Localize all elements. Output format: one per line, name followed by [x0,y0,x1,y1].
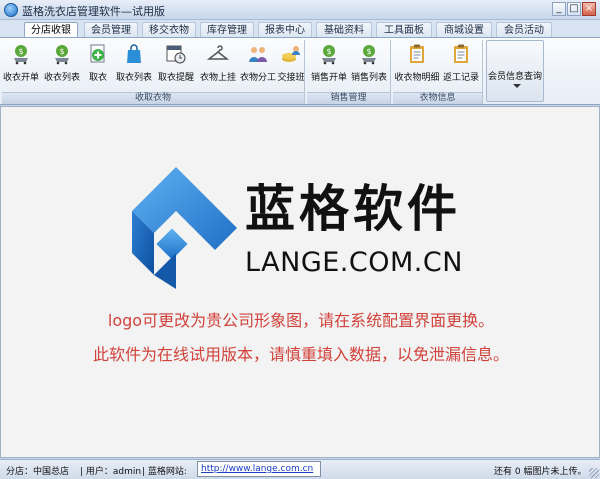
website-link[interactable]: http://www.lange.com.cn [197,461,321,477]
pickup-label: 取衣 [88,73,107,83]
clothes-detail-label: 收衣物明细 [394,73,440,83]
tab-inventory[interactable]: 库存管理 [200,22,254,38]
clipboard-icon [454,44,468,63]
main-tab-bar: 分店收银 会员管理 移交衣物 库存管理 报表中心 基础资料 工具面板 商城设置 … [0,20,600,39]
dropdown-arrow-icon [513,84,521,88]
ribbon-toolbar: $ 收衣开单 $ 收衣列表 取衣 取衣列表 取衣提醒 衣物上挂 衣物分工 交接班… [0,37,600,105]
tab-reports[interactable]: 报表中心 [258,22,312,38]
group-sales-management: $ 销售开单 $ 销售列表 销售管理 [307,40,391,104]
coins-user-icon [282,46,300,62]
shopping-bag-icon [127,44,141,63]
tab-tools[interactable]: 工具面板 [376,22,432,38]
status-upload-count: 还有 0 幅图片未上传。 [494,467,587,477]
main-content-area: 蓝格软件 LANGE.COM.CN logo可更改为贵公司形象图，请在系统配置界… [0,106,600,458]
maximize-button[interactable]: □ [567,2,581,16]
tab-member-activities[interactable]: 会员活动 [496,22,552,38]
pickup-list-label: 取衣列表 [115,73,152,83]
sales-list-button[interactable]: $ 销售列表 [349,40,389,90]
clipboard-icon [410,44,424,63]
clothes-detail-button[interactable]: 收衣物明细 [393,40,441,90]
hang-clothes-label: 衣物上挂 [199,73,236,83]
svg-text:$: $ [366,47,371,56]
brand-domain: LANGE.COM.CN [245,247,463,278]
pickup-reminder-label: 取衣提醒 [157,73,194,83]
group-label-sales: 销售管理 [307,92,390,104]
svg-text:$: $ [326,47,331,56]
status-branch: 分店：中国总店 [6,467,70,477]
close-button[interactable]: × [582,2,596,16]
tab-mall-settings[interactable]: 商城设置 [436,22,492,38]
app-icon [4,3,18,17]
sales-order-button[interactable]: $ 销售开单 [309,40,349,90]
rework-record-label: 返工记录 [442,73,479,83]
group-label-receive: 收取衣物 [2,92,304,104]
tab-member-management[interactable]: 会员管理 [84,22,138,38]
assign-clothes-label: 衣物分工 [239,73,276,83]
group-receive-clothes: $ 收衣开单 $ 收衣列表 取衣 取衣列表 取衣提醒 衣物上挂 衣物分工 交接班… [2,40,305,104]
money-bag-cart-icon: $ [55,45,69,65]
logo-notice: logo可更改为贵公司形象图，请在系统配置界面更换。 [107,311,495,330]
member-query-label: 会员信息查询 [487,72,542,82]
receive-list-button[interactable]: $ 收衣列表 [42,40,82,90]
sales-list-label: 销售列表 [350,73,387,83]
money-bag-cart-icon: $ [14,45,28,65]
receive-order-label: 收衣开单 [2,73,39,83]
assign-clothes-button[interactable]: 衣物分工 [238,40,278,90]
title-bar: 蓝格洗衣店管理软件—试用版 _ □ × [0,0,600,20]
status-bar: 分店：中国总店 | 用户：admin | 蓝格网站: http://www.la… [0,459,600,479]
status-site-label: | 蓝格网站: [142,467,187,477]
trial-warning: 此软件为在线试用版本，请慎重填入数据，以免泄漏信息。 [92,345,509,364]
shift-handover-label: 交接班 [277,73,305,83]
tab-basic-data[interactable]: 基础资料 [316,22,372,38]
member-query-dropdown[interactable]: 会员信息查询 [486,40,544,102]
money-bag-cart-icon: $ [322,45,336,65]
status-user: | 用户：admin [80,467,142,477]
group-label-clothes-info: 衣物信息 [393,92,482,104]
tab-transfer-clothes[interactable]: 移交衣物 [142,22,196,38]
sales-order-label: 销售开单 [310,73,347,83]
minimize-button[interactable]: _ [552,2,566,16]
people-icon [249,47,267,62]
brand-name-chinese: 蓝格软件 [245,180,461,238]
resize-grip-icon[interactable] [589,468,599,478]
hanger-icon [207,45,229,60]
pickup-list-button[interactable]: 取衣列表 [114,40,154,90]
receive-list-label: 收衣列表 [43,73,80,83]
pickup-button[interactable]: 取衣 [84,40,112,90]
svg-text:$: $ [18,47,23,56]
receive-order-button[interactable]: $ 收衣开单 [2,40,40,90]
svg-text:$: $ [59,47,64,56]
money-bag-cart-icon: $ [362,45,376,65]
hang-clothes-button[interactable]: 衣物上挂 [198,40,238,90]
window-controls: _ □ × [552,2,596,16]
document-plus-icon [90,44,105,63]
shift-handover-button[interactable]: 交接班 [276,40,306,90]
calendar-alarm-icon [166,45,186,64]
lange-logo-icon [132,167,237,289]
pickup-reminder-button[interactable]: 取衣提醒 [156,40,196,90]
rework-record-button[interactable]: 返工记录 [441,40,481,90]
group-clothes-info: 收衣物明细 返工记录 衣物信息 [393,40,483,104]
window-title: 蓝格洗衣店管理软件—试用版 [22,5,165,18]
